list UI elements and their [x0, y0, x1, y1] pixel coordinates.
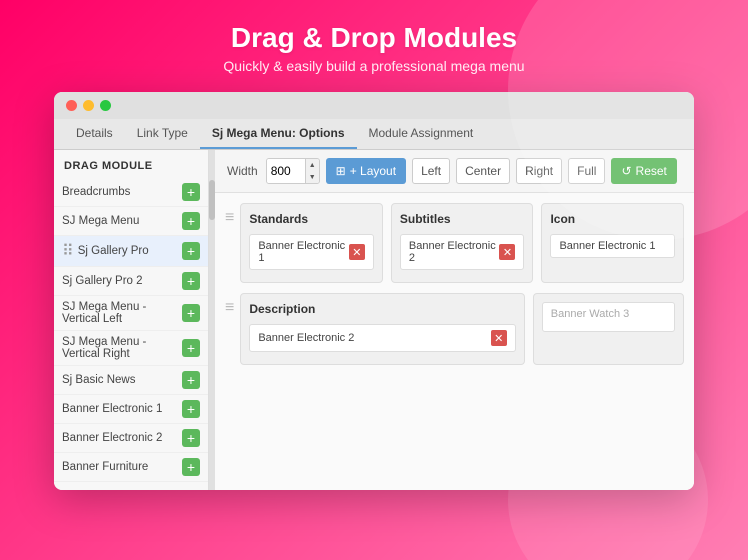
sidebar-item-label: Sj Gallery Pro 2	[62, 275, 182, 287]
column-subtitles-title: Subtitles	[400, 212, 525, 226]
module-label: Banner Electronic 1	[559, 240, 655, 252]
sidebar-item-sj-gallery-pro[interactable]: ⠿ Sj Gallery Pro +	[54, 236, 208, 267]
column-icon: Icon Banner Electronic 1	[541, 203, 684, 283]
add-breadcrumbs-button[interactable]: +	[182, 183, 200, 201]
module-banner-electronic-1-icon: Banner Electronic 1	[550, 234, 675, 258]
row-drag-handle-2[interactable]: ≡	[225, 293, 234, 317]
sidebar-item-label: SJ Mega Menu - Vertical Left	[62, 301, 182, 325]
layout-area: ≡ Standards Banner Electronic 1 ✕ Subtit…	[215, 193, 694, 375]
module-banner-electronic-1-row1: Banner Electronic 1 ✕	[249, 234, 374, 270]
sidebar-title: DRAG MODULE	[54, 150, 208, 178]
page-subtitle: Quickly & easily build a professional me…	[0, 58, 748, 74]
sidebar-item-label: SJ Mega Menu - Vertical Right	[62, 336, 182, 360]
reset-label: Reset	[636, 164, 667, 178]
column-description: Description Banner Electronic 2 ✕	[240, 293, 524, 365]
add-sj-mega-menu-vertical-right-button[interactable]: +	[182, 339, 200, 357]
close-dot[interactable]	[66, 100, 77, 111]
sidebar-item-label: SJ Mega Menu	[62, 215, 182, 227]
width-down-button[interactable]: ▼	[306, 171, 319, 183]
column-description-title: Description	[249, 302, 515, 316]
sidebar-item-label: Breadcrumbs	[62, 186, 182, 198]
module-label: Banner Electronic 2	[409, 240, 500, 264]
tab-link-type[interactable]: Link Type	[125, 119, 200, 149]
full-button[interactable]: Full	[568, 158, 605, 184]
sidebar: DRAG MODULE Breadcrumbs + SJ Mega Menu +…	[54, 150, 209, 490]
tab-details[interactable]: Details	[64, 119, 125, 149]
width-field[interactable]	[267, 159, 305, 183]
sidebar-item-banner-electronic-1[interactable]: Banner Electronic 1 +	[54, 395, 208, 424]
column-icon-title: Icon	[550, 212, 675, 226]
width-up-button[interactable]: ▲	[306, 159, 319, 171]
sidebar-item-label: Sj Gallery Pro	[78, 245, 182, 257]
module-banner-electronic-2-row1: Banner Electronic 2 ✕	[400, 234, 525, 270]
main-content: Width ▲ ▼ ⊞ + Layout Left Center Right F…	[215, 150, 694, 490]
reset-icon: ↺	[621, 164, 631, 178]
toolbar: Width ▲ ▼ ⊞ + Layout Left Center Right F…	[215, 150, 694, 193]
tab-module-assignment[interactable]: Module Assignment	[357, 119, 486, 149]
add-sj-mega-menu-vertical-left-button[interactable]: +	[182, 304, 200, 322]
right-button[interactable]: Right	[516, 158, 562, 184]
scrollbar-thumb	[209, 180, 215, 220]
width-spinners: ▲ ▼	[305, 159, 319, 183]
column-subtitles: Subtitles Banner Electronic 2 ✕	[391, 203, 534, 283]
sidebar-item-sj-mega-menu-vertical-right[interactable]: SJ Mega Menu - Vertical Right +	[54, 331, 208, 366]
width-label: Width	[227, 164, 258, 178]
window-body: DRAG MODULE Breadcrumbs + SJ Mega Menu +…	[54, 150, 694, 490]
titlebar	[54, 92, 694, 119]
remove-module-button[interactable]: ✕	[499, 244, 515, 260]
remove-module-button[interactable]: ✕	[349, 244, 365, 260]
tab-bar: Details Link Type Sj Mega Menu: Options …	[54, 119, 694, 150]
sidebar-item-sj-mega-menu[interactable]: SJ Mega Menu +	[54, 207, 208, 236]
sidebar-item-breadcrumbs[interactable]: Breadcrumbs +	[54, 178, 208, 207]
column-standards: Standards Banner Electronic 1 ✕	[240, 203, 383, 283]
reset-button[interactable]: ↺ Reset	[611, 158, 676, 184]
add-banner-electronic-1-button[interactable]: +	[182, 400, 200, 418]
slot-banner-watch-3: Banner Watch 3	[542, 302, 675, 332]
sidebar-item-banner-electronic-2[interactable]: Banner Electronic 2 +	[54, 424, 208, 453]
add-sj-gallery-pro-button[interactable]: +	[182, 242, 200, 260]
sidebar-scrollbar[interactable]	[209, 150, 215, 490]
sidebar-item-sj-gallery-pro-2[interactable]: Sj Gallery Pro 2 +	[54, 267, 208, 296]
tab-sj-mega-menu-options[interactable]: Sj Mega Menu: Options	[200, 119, 357, 149]
layout-button[interactable]: ⊞ + Layout	[326, 158, 406, 184]
column-slot-2: Banner Watch 3	[533, 293, 684, 365]
row-drag-handle-1[interactable]: ≡	[225, 203, 234, 227]
module-banner-electronic-2-row2: Banner Electronic 2 ✕	[249, 324, 515, 352]
sidebar-item-label: Banner Electronic 2	[62, 432, 182, 444]
minimize-dot[interactable]	[83, 100, 94, 111]
sidebar-item-banner-furniture[interactable]: Banner Furniture +	[54, 453, 208, 482]
add-sj-gallery-pro-2-button[interactable]: +	[182, 272, 200, 290]
drag-handle-icon: ⠿	[62, 241, 74, 261]
layout-icon: ⊞	[336, 164, 346, 178]
sidebar-item-label: Banner Electronic 1	[62, 403, 182, 415]
maximize-dot[interactable]	[100, 100, 111, 111]
add-sj-mega-menu-button[interactable]: +	[182, 212, 200, 230]
add-banner-furniture-button[interactable]: +	[182, 458, 200, 476]
sidebar-item-label: Banner Furniture	[62, 461, 182, 473]
layout-row-1: ≡ Standards Banner Electronic 1 ✕ Subtit…	[225, 203, 684, 283]
page-title: Drag & Drop Modules	[0, 22, 748, 54]
left-button[interactable]: Left	[412, 158, 450, 184]
center-button[interactable]: Center	[456, 158, 510, 184]
layout-label: + Layout	[350, 164, 396, 178]
column-standards-title: Standards	[249, 212, 374, 226]
row-2-columns: Description Banner Electronic 2 ✕ Banner…	[240, 293, 684, 365]
module-label: Banner Electronic 1	[258, 240, 349, 264]
row-1-columns: Standards Banner Electronic 1 ✕ Subtitle…	[240, 203, 684, 283]
add-banner-electronic-2-button[interactable]: +	[182, 429, 200, 447]
app-window: Details Link Type Sj Mega Menu: Options …	[54, 92, 694, 490]
module-label: Banner Electronic 2	[258, 332, 354, 344]
sidebar-item-label: Sj Basic News	[62, 374, 182, 386]
remove-module-button[interactable]: ✕	[491, 330, 507, 346]
width-input-group: ▲ ▼	[266, 158, 320, 184]
add-sj-basic-news-button[interactable]: +	[182, 371, 200, 389]
sidebar-item-sj-basic-news[interactable]: Sj Basic News +	[54, 366, 208, 395]
layout-row-2: ≡ Description Banner Electronic 2 ✕ Bann…	[225, 293, 684, 365]
sidebar-item-sj-mega-menu-vertical-left[interactable]: SJ Mega Menu - Vertical Left +	[54, 296, 208, 331]
